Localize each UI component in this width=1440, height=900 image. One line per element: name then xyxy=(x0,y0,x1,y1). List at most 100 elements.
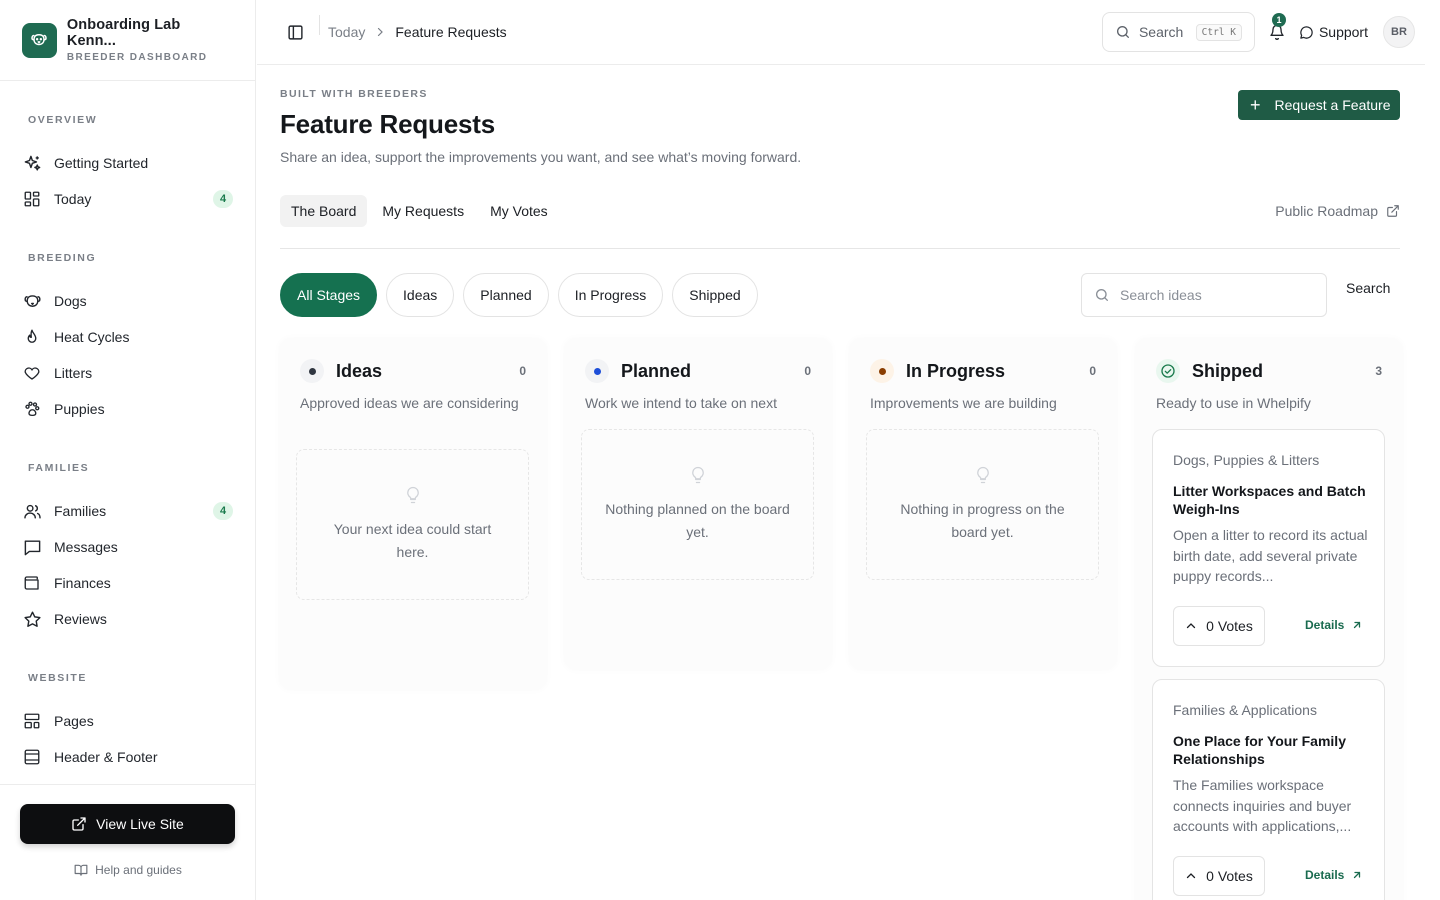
user-avatar[interactable]: BR xyxy=(1383,16,1415,48)
column-description: Approved ideas we are considering xyxy=(300,395,519,411)
request-feature-label: Request a Feature xyxy=(1274,97,1391,113)
idea-search-button[interactable]: Search xyxy=(1346,280,1390,296)
arrow-up-right-icon xyxy=(1354,621,1361,629)
column-description: Work we intend to take on next xyxy=(585,395,777,411)
view-live-site-button[interactable]: View Live Site xyxy=(20,804,235,844)
sidebar-item-label: Reviews xyxy=(54,611,107,627)
lightbulb-icon xyxy=(297,485,528,505)
public-roadmap-link[interactable]: Public Roadmap xyxy=(1275,203,1400,219)
brand-subtitle: BREEDER DASHBOARD xyxy=(66,52,208,63)
message-square-icon xyxy=(22,537,42,557)
filter-all-stages[interactable]: All Stages xyxy=(280,273,378,317)
count-badge: 4 xyxy=(213,190,233,208)
message-circle-icon xyxy=(1300,25,1313,39)
filter-ideas[interactable]: Ideas xyxy=(386,273,455,317)
book-icon xyxy=(74,864,88,876)
sidebar-item-label: Getting Started xyxy=(54,155,149,171)
notifications-button[interactable]: 1 xyxy=(1267,13,1287,42)
idea-search-input[interactable] xyxy=(1120,287,1310,303)
topbar-divider xyxy=(319,15,320,35)
sidebar-item-label: Puppies xyxy=(54,401,105,417)
dashboard-grid-icon xyxy=(22,189,42,209)
public-roadmap-label: Public Roadmap xyxy=(1275,203,1378,219)
tab-my-requests[interactable]: My Requests xyxy=(371,195,475,227)
feature-card[interactable]: Dogs, Puppies & Litters Litter Workspace… xyxy=(1152,429,1385,667)
nav-section-breeding: BREEDING xyxy=(28,252,97,264)
column-description: Ready to use in Whelpify xyxy=(1156,395,1311,411)
plus-icon: + xyxy=(1250,95,1261,115)
paw-print-icon xyxy=(22,399,42,419)
panel-icon xyxy=(22,747,42,767)
feature-card[interactable]: Families & Applications One Place for Yo… xyxy=(1152,679,1385,900)
stage-dot-icon xyxy=(585,359,609,383)
sidebar-item-today[interactable]: Today 4 xyxy=(22,184,233,214)
column-ideas: Ideas 0 Approved ideas we are considerin… xyxy=(280,339,546,689)
sidebar: Onboarding Lab Kenn... BREEDER DASHBOARD… xyxy=(0,0,256,900)
card-description: The Families workspace connects inquirie… xyxy=(1173,777,1352,834)
sidebar-item-pages[interactable]: Pages xyxy=(22,706,233,736)
external-link-icon xyxy=(1387,205,1399,217)
sidebar-item-getting-started[interactable]: Getting Started xyxy=(22,148,233,178)
tab-the-board[interactable]: The Board xyxy=(280,195,368,227)
support-label: Support xyxy=(1318,24,1368,40)
sidebar-item-header-footer[interactable]: Header & Footer xyxy=(22,742,233,772)
external-link-icon xyxy=(72,817,86,831)
sidebar-footer-divider xyxy=(0,784,255,785)
tabs-divider xyxy=(280,248,1400,249)
card-category: Dogs, Puppies & Litters xyxy=(1173,452,1320,468)
sidebar-item-finances[interactable]: Finances xyxy=(22,568,233,598)
column-count: 0 xyxy=(519,364,526,378)
sidebar-item-families[interactable]: Families 4 xyxy=(22,496,233,526)
sidebar-item-reviews[interactable]: Reviews xyxy=(22,604,233,634)
global-search-button[interactable]: Search Ctrl K xyxy=(1101,12,1255,52)
details-link[interactable]: Details xyxy=(1305,618,1363,632)
search-shortcut: Ctrl K xyxy=(1195,23,1242,41)
card-title: Litter Workspaces and Batch Weigh-Ins xyxy=(1173,483,1366,517)
details-link[interactable]: Details xyxy=(1305,868,1363,882)
vote-count: 0 Votes xyxy=(1206,868,1253,884)
help-link[interactable]: Help and guides xyxy=(0,863,256,877)
tab-my-votes[interactable]: My Votes xyxy=(479,195,559,227)
idea-search-box xyxy=(1081,273,1327,317)
card-category: Families & Applications xyxy=(1173,702,1317,718)
request-feature-button[interactable]: + Request a Feature xyxy=(1238,90,1400,120)
search-label: Search xyxy=(1138,24,1184,40)
sidebar-item-label: Families xyxy=(54,503,107,519)
flame-icon xyxy=(22,327,42,347)
upvote-button[interactable]: 0 Votes xyxy=(1173,856,1265,896)
upvote-button[interactable]: 0 Votes xyxy=(1173,606,1265,646)
sidebar-item-heat-cycles[interactable]: Heat Cycles xyxy=(22,322,233,352)
sparkles-icon xyxy=(22,153,42,173)
dog-logo-icon xyxy=(22,22,57,58)
filter-shipped[interactable]: Shipped xyxy=(672,273,758,317)
sidebar-item-label: Today xyxy=(54,191,92,207)
card-description: Open a litter to record its actual birth… xyxy=(1173,527,1368,584)
breadcrumb-today[interactable]: Today xyxy=(328,24,365,40)
wallet-icon xyxy=(22,573,42,593)
column-planned: Planned 0 Work we intend to take on next… xyxy=(565,339,831,669)
sidebar-item-dogs[interactable]: Dogs xyxy=(22,286,233,316)
page-eyebrow: BUILT WITH BREEDERS xyxy=(280,88,428,100)
column-count: 0 xyxy=(1089,364,1096,378)
column-title: Planned xyxy=(621,360,692,381)
notification-count-badge: 1 xyxy=(1271,13,1286,27)
stage-dot-icon xyxy=(870,359,894,383)
filter-in-progress[interactable]: In Progress xyxy=(557,273,664,317)
count-badge: 4 xyxy=(213,502,233,520)
sidebar-item-label: Heat Cycles xyxy=(54,329,130,345)
filter-planned[interactable]: Planned xyxy=(463,273,549,317)
column-count: 3 xyxy=(1375,364,1382,378)
stage-filters: All Stages Ideas Planned In Progress Shi… xyxy=(280,273,767,317)
sidebar-toggle-button[interactable] xyxy=(285,22,305,42)
arrow-up-right-icon xyxy=(1354,871,1361,879)
sidebar-item-puppies[interactable]: Puppies xyxy=(22,394,233,424)
sidebar-item-messages[interactable]: Messages xyxy=(22,532,233,562)
sidebar-item-label: Dogs xyxy=(54,293,87,309)
column-description: Improvements we are building xyxy=(870,395,1057,411)
support-button[interactable]: Support xyxy=(1299,24,1368,40)
brand-header[interactable]: Onboarding Lab Kenn... BREEDER DASHBOARD xyxy=(0,0,255,81)
view-live-site-label: View Live Site xyxy=(96,816,184,832)
empty-state: Nothing in progress on the board yet. xyxy=(866,429,1099,580)
breadcrumb: Today Feature Requests xyxy=(328,24,507,40)
sidebar-item-litters[interactable]: Litters xyxy=(22,358,233,388)
